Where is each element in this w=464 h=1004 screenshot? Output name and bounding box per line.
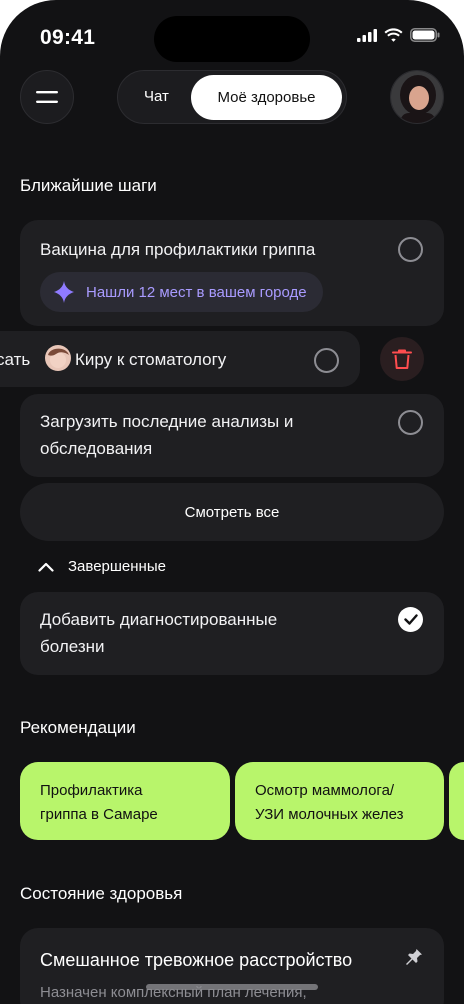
health-state-title: Состояние здоровья <box>20 884 183 903</box>
recommendation-line2: гриппа в Самаре <box>40 806 158 823</box>
chevron-up-icon <box>38 562 54 572</box>
see-all-button[interactable]: Смотреть все <box>20 483 444 541</box>
status-bar: 09:41 <box>0 0 464 70</box>
delete-button[interactable] <box>380 337 424 381</box>
places-hint-chip[interactable]: Нашли 12 мест в вашем городе <box>40 272 323 312</box>
recommendation-line2: УЗИ молочных желез <box>255 806 404 823</box>
tab-switcher: Чат Моё здоровье <box>117 70 347 124</box>
step-label: Вакцина для профилактики гриппа <box>40 240 316 259</box>
trash-icon <box>392 349 412 369</box>
recommendations-title: Рекомендации <box>20 718 136 737</box>
home-indicator[interactable] <box>146 984 318 990</box>
child-avatar <box>45 345 71 371</box>
pin-icon[interactable] <box>405 948 423 966</box>
step-checkbox[interactable] <box>398 410 423 435</box>
hamburger-menu-icon <box>36 91 58 103</box>
recommendation-line1: Осмотр маммолога/ <box>255 782 395 799</box>
check-icon <box>403 614 418 625</box>
tab-chat[interactable]: Чат <box>144 88 169 105</box>
status-time: 09:41 <box>40 26 96 49</box>
step-label: Киру к стоматологу <box>75 350 227 369</box>
user-avatar[interactable] <box>390 70 444 124</box>
completed-label-line2: болезни <box>40 637 105 656</box>
completed-label: Завершенные <box>68 558 166 575</box>
sparkle-icon <box>54 281 74 303</box>
step-card-upload-tests[interactable]: Загрузить последние анализы и обследован… <box>20 394 444 477</box>
cellular-signal-icon <box>357 28 377 42</box>
step-label-line1: Загрузить последние анализы и <box>40 412 294 431</box>
step-card-vaccine[interactable]: Вакцина для профилактики гриппа Нашли 12… <box>20 220 444 326</box>
step-checkbox[interactable] <box>398 237 423 262</box>
places-hint-text: Нашли 12 мест в вашем городе <box>86 283 307 301</box>
step-label-line2: обследования <box>40 439 153 458</box>
status-icons <box>357 28 440 42</box>
recommendation-card[interactable]: Профилактика гриппа в Самаре <box>20 762 230 840</box>
completed-toggle[interactable]: Завершенные <box>38 558 166 575</box>
step-card-dentist-swiped[interactable]: сать Киру к стоматологу <box>0 331 360 387</box>
dynamic-island <box>154 16 310 62</box>
completed-card[interactable]: Добавить диагностированные болезни <box>20 592 444 675</box>
menu-button[interactable] <box>20 70 74 124</box>
user-photo <box>391 71 443 123</box>
recommendation-card[interactable]: Осмотр маммолога/ УЗИ молочных желез <box>235 762 444 840</box>
wifi-icon <box>384 28 403 42</box>
completed-label-line1: Добавить диагностированные <box>40 610 278 629</box>
step-checkbox[interactable] <box>314 348 339 373</box>
tab-my-health[interactable]: Моё здоровье <box>191 75 342 120</box>
top-header: Чат Моё здоровье <box>0 70 464 126</box>
next-steps-title: Ближайшие шаги <box>20 176 157 195</box>
step-label-prefix: сать <box>0 350 31 369</box>
recommendation-line1: Профилактика <box>40 782 143 799</box>
battery-icon <box>410 28 440 42</box>
health-condition-card[interactable]: Смешанное тревожное расстройство Назначе… <box>20 928 444 1004</box>
app-screen: 09:41 Чат Моё здоровье Ближайшие шаги Ва… <box>0 0 464 1004</box>
completed-checkbox[interactable] <box>398 607 423 632</box>
recommendation-card-partial[interactable] <box>449 762 464 840</box>
condition-title: Смешанное тревожное расстройство <box>40 950 353 970</box>
